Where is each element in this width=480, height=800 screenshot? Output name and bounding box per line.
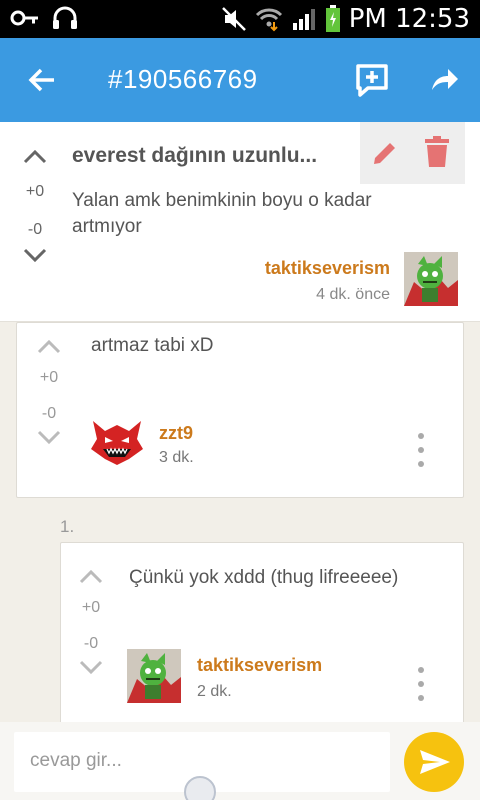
comment-author[interactable]: taktikseverism	[197, 655, 322, 676]
post-body: Yalan amk benimkinin boyu o kadar artmıy…	[72, 190, 372, 237]
downvote-chevron-icon[interactable]	[22, 247, 48, 265]
send-button[interactable]	[404, 732, 464, 792]
headset-icon	[53, 6, 77, 29]
status-bar: PM 12:53	[0, 0, 480, 38]
overflow-menu-icon[interactable]	[415, 433, 427, 467]
back-arrow-icon[interactable]	[26, 64, 58, 96]
post-title[interactable]: everest dağının uzunlu...	[72, 144, 342, 168]
comment-time: 3 dk.	[159, 449, 194, 466]
signal-icon	[292, 9, 315, 30]
app-bar: #190566769	[0, 38, 480, 122]
downvote-count: -0	[27, 221, 43, 238]
upvote-chevron-icon[interactable]	[36, 337, 62, 355]
avatar[interactable]	[404, 252, 458, 306]
share-icon[interactable]	[428, 64, 460, 96]
comment-vote-column: +0 -0	[71, 567, 111, 677]
downvote-chevron-icon[interactable]	[78, 659, 104, 677]
avatar[interactable]	[89, 415, 145, 467]
upvote-count: +0	[81, 599, 101, 616]
delete-trash-icon[interactable]	[424, 136, 450, 168]
post-time: 4 dk. önce	[316, 286, 390, 303]
add-comment-icon[interactable]	[354, 62, 390, 98]
comment-time: 2 dk.	[197, 683, 232, 700]
post-actions	[360, 122, 465, 184]
downvote-count: -0	[41, 405, 57, 422]
upvote-chevron-icon[interactable]	[78, 567, 104, 585]
comment-text: Çünkü yok xddd (thug lifreeeee)	[129, 567, 399, 588]
upvote-count: +0	[25, 183, 45, 200]
post-vote-column: +0 -0	[15, 147, 55, 265]
downvote-count: -0	[83, 635, 99, 652]
comment-author[interactable]: zzt9	[159, 423, 193, 444]
send-icon	[420, 750, 450, 774]
comment-text: artmaz tabi xD	[91, 335, 214, 356]
reply-index: 1.	[60, 517, 75, 536]
post-card: +0 -0 everest dağının uzunlu... Yalan am…	[0, 122, 480, 322]
status-clock: PM 12:53	[348, 4, 470, 34]
downvote-chevron-icon[interactable]	[36, 429, 62, 447]
battery-icon	[325, 5, 340, 32]
comment-vote-column: +0 -0	[29, 337, 69, 447]
reply-input-bar: cevap gir...	[0, 722, 480, 800]
upvote-count: +0	[39, 369, 59, 386]
edit-pencil-icon[interactable]	[370, 138, 400, 168]
floating-home-indicator[interactable]	[184, 776, 216, 800]
upvote-chevron-icon[interactable]	[22, 147, 48, 165]
page-title: #190566769	[108, 64, 258, 94]
comment-card: +0 -0 artmaz tabi xD zzt9 3 dk.	[16, 322, 464, 498]
overflow-menu-icon[interactable]	[415, 667, 427, 701]
wifi-icon	[255, 8, 282, 32]
mute-icon	[221, 7, 246, 31]
reply-card: +0 -0 Çünkü yok xddd (thug lifreeeee) ta…	[60, 542, 464, 732]
key-icon	[10, 10, 38, 26]
post-author[interactable]: taktikseverism	[265, 258, 390, 279]
avatar[interactable]	[127, 649, 181, 703]
